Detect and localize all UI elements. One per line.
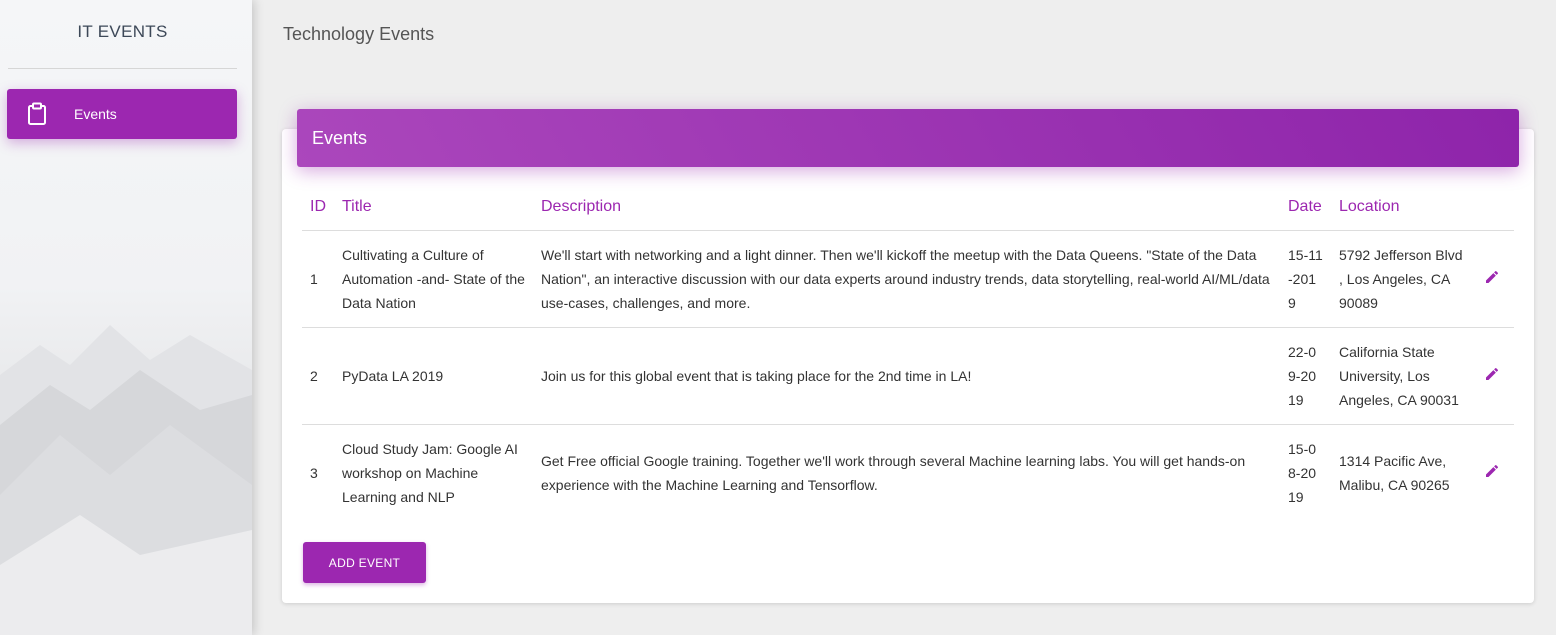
events-table: ID Title Description Date Location 1 Cul… — [302, 184, 1514, 521]
card-title: Events — [312, 128, 368, 148]
brand-divider — [8, 68, 237, 69]
cell-actions — [1472, 327, 1514, 425]
table-row: 1 Cultivating a Culture of Automation -a… — [302, 230, 1514, 328]
table-row: 3 Cloud Study Jam: Google AI workshop on… — [302, 424, 1514, 521]
table-row: 2 PyData LA 2019 Join us for this global… — [302, 327, 1514, 425]
sidebar-item-events[interactable]: Events — [7, 89, 237, 139]
add-event-button[interactable]: ADD EVENT — [303, 542, 426, 583]
sidebar: IT EVENTS Events — [0, 0, 252, 635]
cell-id: 3 — [310, 464, 318, 481]
pencil-icon[interactable] — [1480, 459, 1504, 483]
cell-date: 22-09-2019 — [1280, 327, 1331, 425]
cell-id: 1 — [302, 230, 334, 328]
cell-title: Cloud Study Jam: Google AI workshop on M… — [342, 440, 518, 505]
clipboard-icon — [26, 102, 48, 126]
cell-location: California State University, Los Angeles… — [1331, 327, 1472, 425]
column-header-id: ID — [302, 184, 334, 231]
column-header-actions — [1472, 184, 1514, 231]
column-header-location: Location — [1331, 184, 1472, 231]
pencil-icon[interactable] — [1480, 265, 1504, 289]
column-header-title: Title — [334, 184, 533, 231]
cell-location: 1314 Pacific Ave, Malibu, CA 90265 — [1339, 452, 1450, 493]
sidebar-background-mountains — [0, 325, 252, 635]
brand-title[interactable]: IT EVENTS — [0, 22, 245, 42]
cell-actions — [1472, 230, 1514, 328]
cell-title: Cultivating a Culture of Automation -and… — [334, 230, 533, 328]
cell-title: PyData LA 2019 — [334, 327, 533, 425]
column-header-description: Description — [533, 184, 1280, 231]
table-header-row: ID Title Description Date Location — [302, 184, 1514, 231]
cell-id: 2 — [302, 327, 334, 425]
cell-description: Join us for this global event that is ta… — [533, 327, 1280, 425]
sidebar-item-label: Events — [74, 106, 117, 122]
cell-actions — [1472, 424, 1514, 521]
cell-date: 15-08-2019 — [1288, 440, 1317, 505]
cell-date: 15-11-2019 — [1280, 230, 1331, 328]
page-title: Technology Events — [283, 24, 435, 44]
card-header: Events — [297, 109, 1519, 167]
cell-description: Get Free official Google training. Toget… — [541, 452, 1246, 493]
pencil-icon[interactable] — [1480, 362, 1504, 386]
cell-description: We'll start with networking and a light … — [533, 230, 1280, 328]
cell-location: 5792 Jefferson Blvd , Los Angeles, CA 90… — [1331, 230, 1472, 328]
column-header-date: Date — [1280, 184, 1331, 231]
